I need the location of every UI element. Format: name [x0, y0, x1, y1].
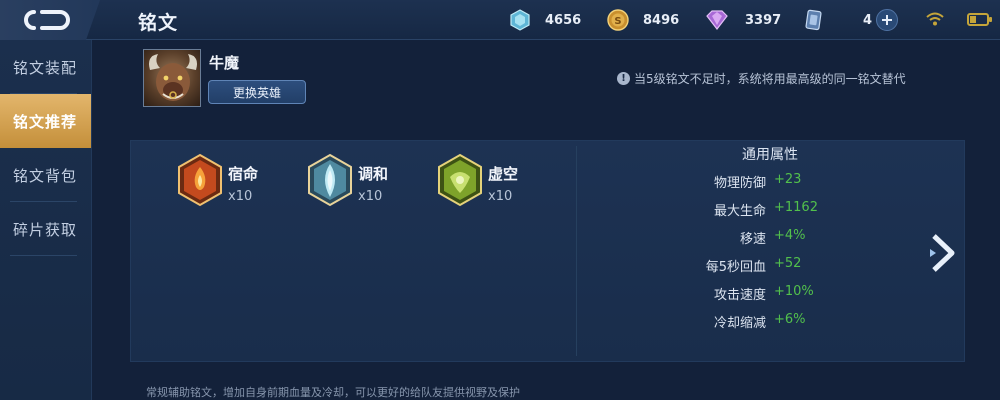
attribute-row: 移速 +4%	[620, 228, 880, 248]
gem-count: 3397	[745, 12, 782, 28]
attribute-label: 物理防御	[713, 176, 766, 191]
sidebar-item-label: 铭文推荐	[13, 112, 78, 131]
currency-diamond: 4656	[509, 8, 581, 32]
attribute-value: +52	[774, 256, 802, 271]
rune-shard-icon	[805, 9, 822, 31]
hero-name: 牛魔	[209, 54, 240, 72]
currency-rune-shard: 4	[803, 8, 899, 32]
add-button[interactable]	[876, 9, 899, 31]
sidebar-item-rune-bag[interactable]: 铭文背包	[0, 148, 91, 202]
notice-text: 当5级铭文不足时，系统将用最高级的同一铭文替代	[634, 71, 906, 86]
attribute-row: 攻击速度 +10%	[620, 284, 880, 304]
attribute-label: 攻击速度	[713, 288, 766, 303]
gold-count: 8496	[643, 12, 680, 28]
info-icon: !	[617, 71, 630, 85]
diamond-icon	[510, 9, 530, 31]
rune-void-icon	[438, 153, 482, 207]
notice: ! 当5级铭文不足时，系统将用最高级的同一铭文替代	[617, 70, 906, 86]
currency-gem: 3397	[703, 8, 781, 32]
attribute-label: 冷却缩减	[713, 316, 766, 331]
footer-note: 常规辅助铭文，增加自身前期血量及冷却，可以更好的给队友提供视野及保护	[146, 386, 520, 399]
rune-item[interactable]: 虚空 x10	[436, 153, 556, 213]
rune-fate-icon	[178, 153, 222, 207]
panel-divider	[576, 146, 577, 356]
currency-gold: S 8496	[607, 8, 679, 32]
top-bar: 铭文 4656 S 8496 3397 4	[0, 0, 1000, 40]
rune-name: 宿命	[228, 165, 259, 183]
rune-count: x10	[228, 189, 253, 204]
attribute-value: +10%	[774, 284, 814, 299]
rune-name: 虚空	[488, 165, 519, 183]
battery-icon	[967, 13, 992, 26]
sidebar-item-rune-recommend[interactable]: 铭文推荐	[0, 94, 91, 148]
rune-harmony-icon	[308, 153, 352, 207]
attribute-value: +6%	[774, 312, 806, 327]
plus-icon	[882, 15, 893, 25]
sidebar-item-fragment-obtain[interactable]: 碎片获取	[0, 202, 91, 256]
change-hero-button[interactable]: 更换英雄	[208, 80, 306, 104]
gold-coin-icon: S	[607, 9, 629, 31]
attribute-value: +4%	[774, 228, 806, 243]
sidebar-item-label: 铭文背包	[13, 166, 78, 185]
attribute-row: 冷却缩减 +6%	[620, 312, 880, 332]
wifi-icon	[926, 12, 944, 26]
rune-item[interactable]: 调和 x10	[306, 153, 426, 213]
attribute-label: 最大生命	[713, 204, 766, 219]
attribute-label: 移速	[739, 232, 766, 247]
diamond-count: 4656	[545, 12, 582, 28]
sidebar-item-label: 铭文装配	[13, 58, 78, 77]
rune-count: x10	[488, 189, 513, 204]
attribute-row: 最大生命 +1162	[620, 200, 880, 220]
attribute-value: +1162	[774, 200, 818, 215]
attribute-label: 每5秒回血	[705, 260, 766, 275]
rune-shard-count: 4	[863, 12, 873, 28]
attribute-row: 每5秒回血 +52	[620, 256, 880, 276]
sidebar-item-label: 碎片获取	[13, 220, 78, 239]
sidebar: 铭文装配 铭文推荐 铭文背包 碎片获取	[0, 40, 92, 400]
back-button[interactable]	[0, 0, 100, 40]
page-title: 铭文	[138, 12, 179, 34]
hero-portrait-icon	[149, 54, 197, 101]
rune-item[interactable]: 宿命 x10	[176, 153, 296, 213]
back-icon	[24, 10, 70, 30]
next-arrow-icon[interactable]	[928, 232, 958, 274]
hero-avatar[interactable]	[143, 49, 201, 107]
rune-count: x10	[358, 189, 383, 204]
sidebar-item-rune-equip[interactable]: 铭文装配	[0, 40, 91, 94]
attribute-value: +23	[774, 172, 802, 187]
gem-icon	[706, 10, 728, 30]
rune-name: 调和	[358, 165, 389, 183]
attributes-title: 通用属性	[742, 147, 798, 163]
attribute-row: 物理防御 +23	[620, 172, 880, 192]
svg-text:S: S	[614, 16, 621, 27]
